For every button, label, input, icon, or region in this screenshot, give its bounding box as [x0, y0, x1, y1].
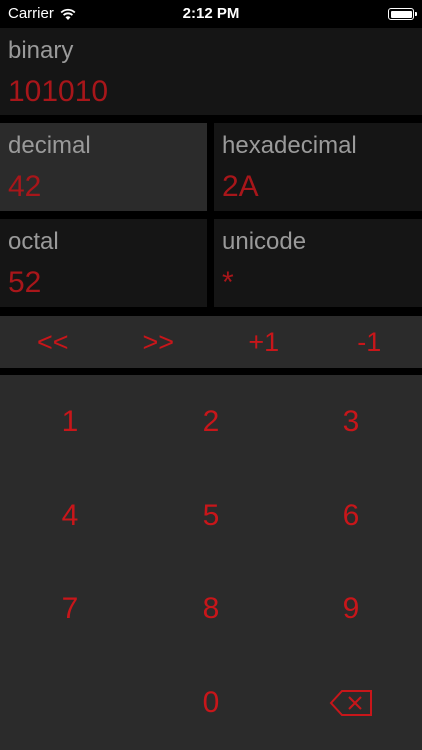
key-0[interactable]: 0 [141, 656, 281, 749]
binary-label: binary [8, 37, 74, 64]
octal-label: octal [8, 228, 59, 255]
battery-icon [388, 8, 417, 20]
hexadecimal-panel[interactable]: hexadecimal 2A [214, 123, 422, 211]
converter-app: Carrier 2:12 PM binary 101010 decimal 42… [0, 0, 422, 750]
unicode-label: unicode [222, 228, 307, 255]
keypad: 1 2 3 4 5 6 7 8 9 0 [0, 375, 422, 750]
key-1[interactable]: 1 [0, 375, 140, 468]
shift-left-button[interactable]: << [0, 316, 106, 368]
binary-panel[interactable]: binary 101010 [0, 28, 422, 115]
unicode-value: * [222, 266, 234, 299]
backspace-icon [329, 689, 372, 716]
key-8[interactable]: 8 [141, 562, 281, 655]
octal-panel[interactable]: octal 52 [0, 219, 207, 307]
octal-value: 52 [8, 266, 42, 299]
key-3[interactable]: 3 [281, 375, 421, 468]
status-time: 2:12 PM [182, 5, 240, 22]
binary-value: 101010 [8, 75, 109, 108]
key-6[interactable]: 6 [281, 469, 421, 562]
key-2[interactable]: 2 [141, 375, 281, 468]
increment-button[interactable]: +1 [211, 316, 317, 368]
operations-row: << >> +1 -1 [0, 316, 422, 368]
status-bar: Carrier 2:12 PM [0, 0, 422, 28]
key-5[interactable]: 5 [141, 469, 281, 562]
hexadecimal-value: 2A [222, 170, 259, 203]
key-9[interactable]: 9 [281, 562, 421, 655]
decimal-value: 42 [8, 170, 42, 203]
backspace-button[interactable] [281, 656, 421, 749]
unicode-panel[interactable]: unicode * [214, 219, 422, 307]
hexadecimal-label: hexadecimal [222, 132, 357, 159]
key-4[interactable]: 4 [0, 469, 140, 562]
decimal-panel[interactable]: decimal 42 [0, 123, 207, 211]
key-7[interactable]: 7 [0, 562, 140, 655]
decimal-label: decimal [8, 132, 91, 159]
shift-right-button[interactable]: >> [106, 316, 212, 368]
decrement-button[interactable]: -1 [317, 316, 422, 368]
